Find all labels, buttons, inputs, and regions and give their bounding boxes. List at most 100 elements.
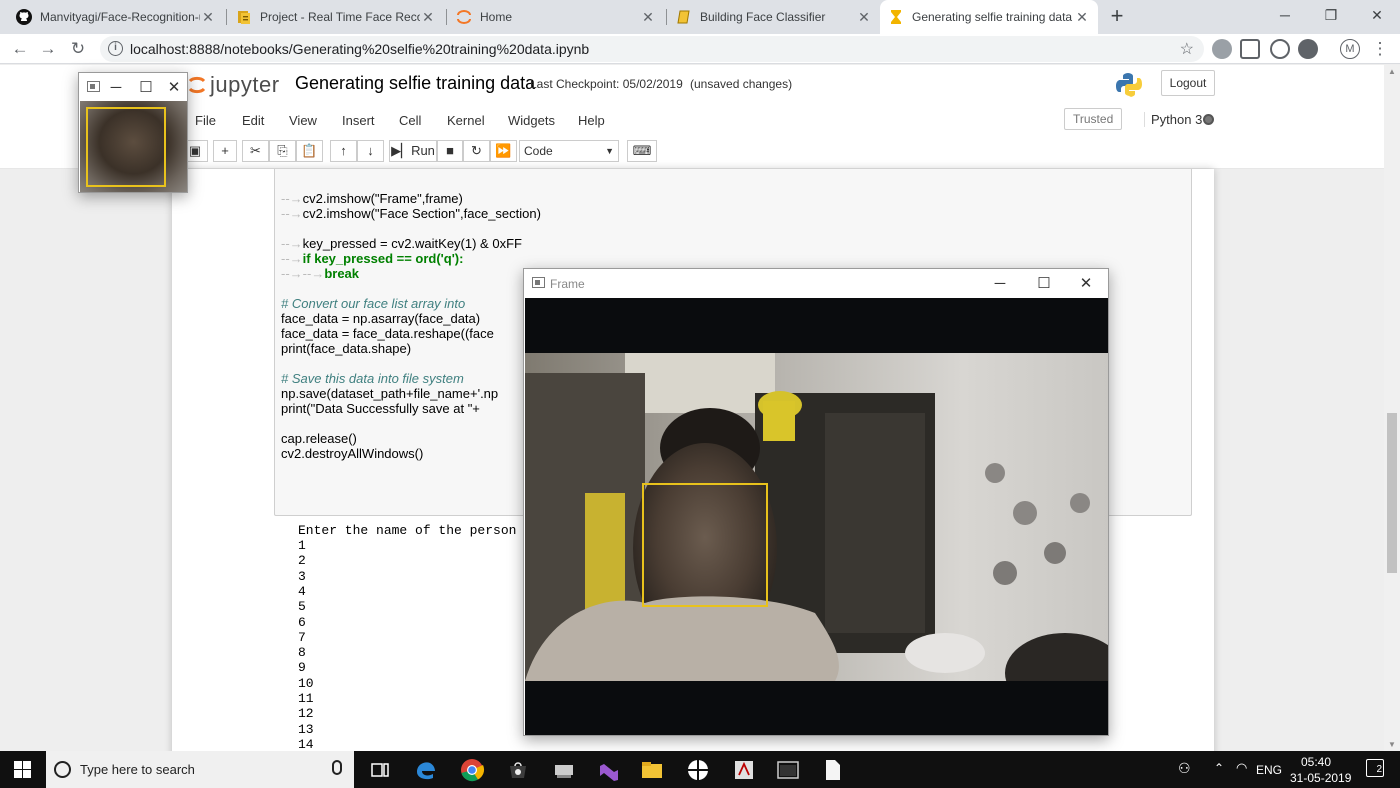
restart-kernel-button[interactable]: ↻ — [463, 140, 490, 162]
task-view-icon[interactable] — [366, 756, 394, 784]
notification-center-icon[interactable]: 2 — [1366, 759, 1384, 777]
logout-button[interactable]: Logout — [1161, 70, 1215, 96]
output-line: 1 — [298, 538, 306, 553]
media-icon[interactable] — [550, 756, 578, 784]
tab-github[interactable]: Manvityagi/Face-Recognition-usi ✕ — [8, 0, 224, 34]
tab-project[interactable]: Project - Real Time Face Recog ✕ — [228, 0, 444, 34]
store-icon[interactable] — [504, 756, 532, 784]
face-box — [642, 483, 768, 607]
pdf-extension-icon[interactable] — [1240, 39, 1260, 59]
people-icon[interactable]: ⚇ — [1178, 760, 1191, 777]
window-titlebar[interactable]: Frame ─ ☐ ✕ — [524, 269, 1108, 299]
page-scrollbar[interactable]: ▲ ▼ — [1384, 65, 1400, 751]
chrome-icon[interactable] — [458, 756, 486, 784]
close-button[interactable]: ✕ — [159, 73, 189, 103]
close-window-button[interactable]: ✕ — [1354, 0, 1400, 30]
scroll-up-icon[interactable]: ▲ — [1388, 67, 1396, 76]
info-icon[interactable]: i — [108, 41, 123, 56]
taskbar-search[interactable]: Type here to search — [46, 751, 354, 788]
cut-icon[interactable]: ✂ — [242, 140, 269, 162]
pinwheel-app-icon[interactable] — [684, 756, 712, 784]
kernel-name[interactable]: Python 3 — [1144, 112, 1202, 127]
menu-kernel[interactable]: Kernel — [447, 113, 485, 128]
menu-file[interactable]: File — [195, 113, 216, 128]
pdf-reader-icon[interactable] — [730, 756, 758, 784]
tab-home[interactable]: Home ✕ — [448, 0, 664, 34]
restart-run-all-button[interactable]: ⏩ — [490, 140, 517, 162]
minimize-button[interactable]: ─ — [101, 73, 131, 103]
terminal-icon[interactable] — [774, 756, 802, 784]
new-tab-button[interactable]: + — [1106, 5, 1128, 28]
jupyter-logo-text: jupyter — [210, 72, 280, 97]
menu-insert[interactable]: Insert — [342, 113, 375, 128]
command-palette-keyboard-icon[interactable]: ⌨ — [627, 140, 657, 162]
checkpoint-text: Last Checkpoint: 05/02/2019 — [530, 77, 683, 91]
menu-cell[interactable]: Cell — [399, 113, 421, 128]
minimize-window-button[interactable]: ─ — [1262, 0, 1308, 30]
close-tab-icon[interactable]: ✕ — [856, 9, 872, 25]
chevron-up-icon[interactable]: ⌃ — [1214, 761, 1224, 775]
close-tab-icon[interactable]: ✕ — [420, 9, 436, 25]
face-box — [86, 107, 166, 187]
paste-icon[interactable]: 📋 — [296, 140, 323, 162]
move-down-button[interactable]: ↓ — [357, 140, 384, 162]
profile-avatar[interactable]: M — [1340, 39, 1360, 59]
windows-taskbar: Type here to search ⚇ ⌃ ◠ ENG 05:40 31-0… — [0, 751, 1400, 788]
tab-generating-selfie[interactable]: Generating selfie training data ✕ — [880, 0, 1098, 34]
browser-tab-strip: Manvityagi/Face-Recognition-usi ✕ Projec… — [0, 0, 1400, 34]
bookmark-star-icon[interactable]: ☆ — [1180, 39, 1194, 59]
menu-edit[interactable]: Edit — [242, 113, 264, 128]
face-section-window[interactable]: ─ ☐ ✕ — [78, 72, 188, 193]
maximize-window-button[interactable]: ❐ — [1308, 0, 1354, 30]
copy-icon[interactable]: ⎘ — [269, 140, 296, 162]
menu-kebab-icon[interactable]: ⋮ — [1370, 39, 1390, 59]
interrupt-kernel-button[interactable]: ■ — [437, 140, 463, 162]
clock-date[interactable]: 31-05-2019 — [1290, 771, 1351, 785]
window-titlebar[interactable]: ─ ☐ ✕ — [79, 73, 187, 103]
tab-building-face-classifier[interactable]: Building Face Classifier ✕ — [668, 0, 880, 34]
maximize-button[interactable]: ☐ — [131, 73, 161, 103]
scroll-down-icon[interactable]: ▼ — [1388, 740, 1396, 749]
minimize-button[interactable]: ─ — [978, 269, 1022, 299]
maximize-button[interactable]: ☐ — [1022, 269, 1066, 299]
insert-cell-below-button[interactable]: + — [213, 140, 237, 162]
clock-time[interactable]: 05:40 — [1301, 755, 1331, 769]
menu-widgets[interactable]: Widgets — [508, 113, 555, 128]
grammarly-icon[interactable] — [1270, 39, 1290, 59]
extension-icon[interactable] — [1298, 39, 1318, 59]
menu-help[interactable]: Help — [578, 113, 605, 128]
file-explorer-icon[interactable] — [638, 756, 666, 784]
url-text: localhost:8888/notebooks/Generating%20se… — [130, 41, 590, 57]
jupyter-logo-icon — [188, 76, 206, 94]
scrollbar-thumb[interactable] — [1387, 413, 1397, 573]
reload-button[interactable]: ↻ — [68, 39, 88, 59]
back-button[interactable]: ← — [10, 39, 30, 59]
language-indicator[interactable]: ENG — [1256, 763, 1282, 777]
document-app-icon[interactable] — [818, 756, 846, 784]
windows-start-icon[interactable] — [14, 761, 31, 778]
close-tab-icon[interactable]: ✕ — [1074, 9, 1090, 25]
close-tab-icon[interactable]: ✕ — [200, 9, 216, 25]
forward-button[interactable]: → — [38, 39, 58, 59]
close-button[interactable]: ✕ — [1064, 269, 1108, 299]
cell-type-select[interactable]: Code ▼ — [519, 140, 619, 162]
address-bar[interactable]: i localhost:8888/notebooks/Generating%20… — [100, 36, 1204, 62]
menu-view[interactable]: View — [289, 113, 317, 128]
extension-icon[interactable] — [1212, 39, 1232, 59]
visual-studio-icon[interactable] — [594, 756, 622, 784]
code-line: print(face_data.shape) — [281, 341, 412, 356]
code-line: --→key_pressed = cv2.waitKey(1) & 0xFF — [281, 236, 522, 251]
jupyter-logo[interactable]: jupyter — [188, 71, 280, 99]
app-icon — [87, 81, 100, 92]
frame-window[interactable]: Frame ─ ☐ ✕ — [523, 268, 1109, 736]
close-tab-icon[interactable]: ✕ — [640, 9, 656, 25]
run-button[interactable]: ▶▏Run — [389, 140, 437, 162]
move-up-button[interactable]: ↑ — [330, 140, 357, 162]
notebook-title[interactable]: Generating selfie training data — [295, 73, 535, 94]
wifi-icon[interactable]: ◠ — [1236, 760, 1247, 776]
microphone-icon[interactable] — [332, 760, 342, 775]
edge-browser-icon[interactable] — [412, 756, 440, 784]
document-icon — [238, 11, 250, 24]
trusted-badge[interactable]: Trusted — [1064, 108, 1123, 130]
run-label: Run — [411, 143, 435, 158]
